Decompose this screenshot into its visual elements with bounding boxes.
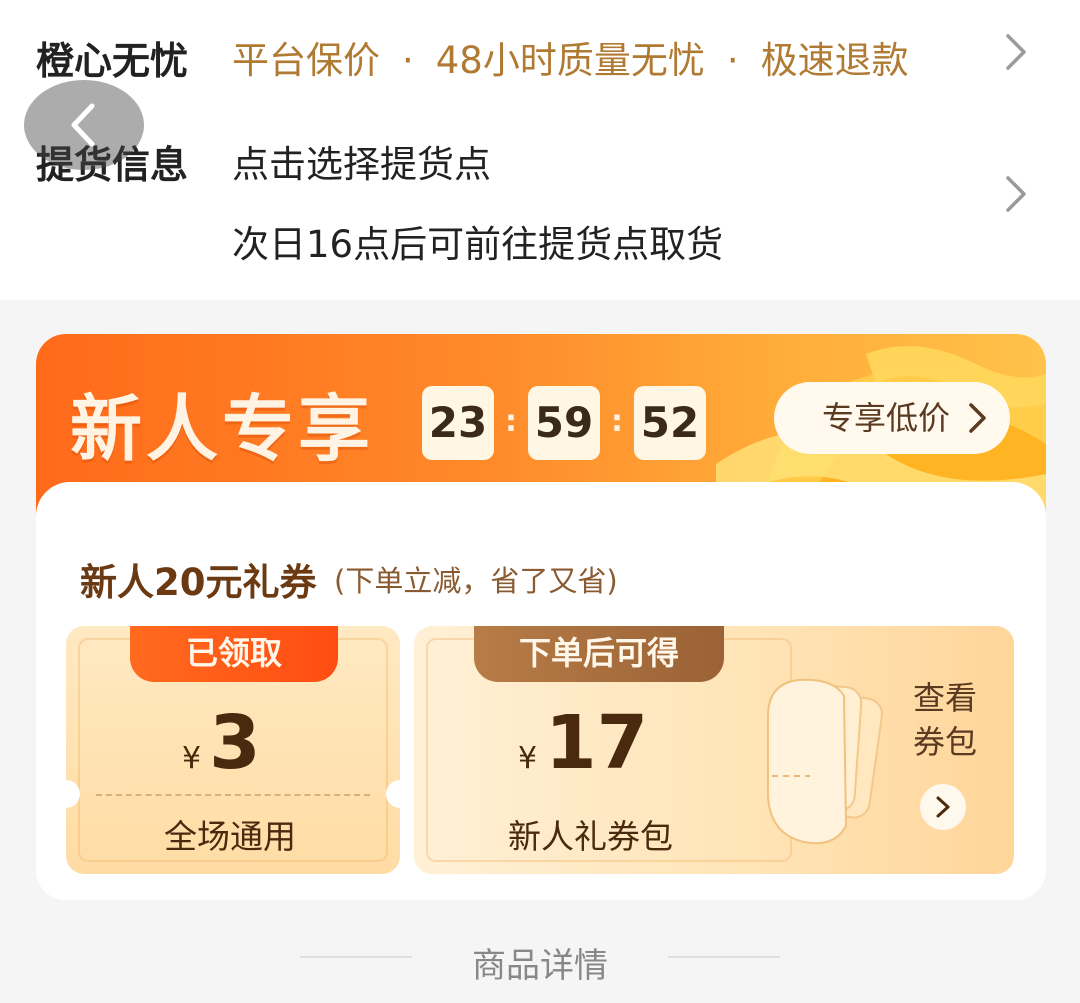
ticket-notch [386,780,400,808]
product-detail-title: 商品详情 [472,946,608,986]
service-item-refund: 极速退款 [760,39,909,82]
cta-label: 专享低价 [822,399,951,437]
chevron-right-icon[interactable] [996,174,1036,214]
back-arrow-icon [71,103,95,147]
divider-line [668,956,780,958]
countdown-seconds: 52 [634,386,706,460]
countdown-colon: : [611,404,623,439]
countdown-hours: 23 [422,386,494,460]
coupon-pack-icon [767,678,883,845]
info-section: 橙心无忧 平台保价 · 48小时质量无忧 · 极速退款 提货信息 点击选择提货点 次日1… [0,0,1080,300]
view-wallet-button[interactable] [920,784,966,830]
service-item-price-protect: 平台保价 [232,39,380,82]
coupon-subtitle: (下单立减，省了又省) [334,564,618,598]
promo-title: 新人专享 [70,387,375,471]
amount-value: 3 [209,700,261,786]
exclusive-low-price-button[interactable]: 专享低价 [774,382,1010,454]
countdown-minutes: 59 [528,386,600,460]
select-pickup-point[interactable]: 点击选择提货点 [232,134,491,188]
view-wallet-link[interactable]: 查看券包 [908,676,982,764]
amount-value: 17 [545,700,649,786]
chevron-right-icon[interactable] [996,32,1036,72]
ticket-amount: ¥3 [182,700,261,786]
separator-dot: · [402,39,414,82]
ticket-status-badge: 已领取 [130,626,338,682]
back-button[interactable] [24,80,144,170]
currency-symbol: ¥ [518,741,538,776]
ticket-label: 新人礼券包 [508,817,673,856]
new-user-promo-card: 新人专享 23 : 59 : 52 专享低价 新人20元礼券 (下单立减，省了又… [36,334,1046,900]
ticket-status-badge: 下单后可得 [474,626,724,682]
coupon-ticket-general[interactable]: 已领取 ¥3 全场通用 [66,626,400,874]
ticket-amount: ¥17 [518,700,648,786]
divider-line [300,956,412,958]
product-detail-header: 商品详情 [0,930,1080,990]
chevron-right-icon [969,403,986,433]
countdown-colon: : [505,404,517,439]
service-assurance-row[interactable]: 平台保价 · 48小时质量无忧 · 极速退款 [232,30,909,84]
chevron-right-icon [936,796,950,818]
service-item-quality: 48小时质量无忧 [435,39,705,82]
coupon-ticket-pack[interactable]: 下单后可得 ¥17 新人礼券包 查看券包 [414,626,1014,874]
pickup-time-note: 次日16点后可前往提货点取货 [232,223,724,266]
coupon-title: 新人20元礼券 [80,561,317,604]
service-label: 橙心无忧 [36,39,189,83]
ticket-label: 全场通用 [164,817,296,856]
separator-dot: · [726,39,739,82]
ticket-divider [96,794,370,796]
currency-symbol: ¥ [182,741,202,776]
